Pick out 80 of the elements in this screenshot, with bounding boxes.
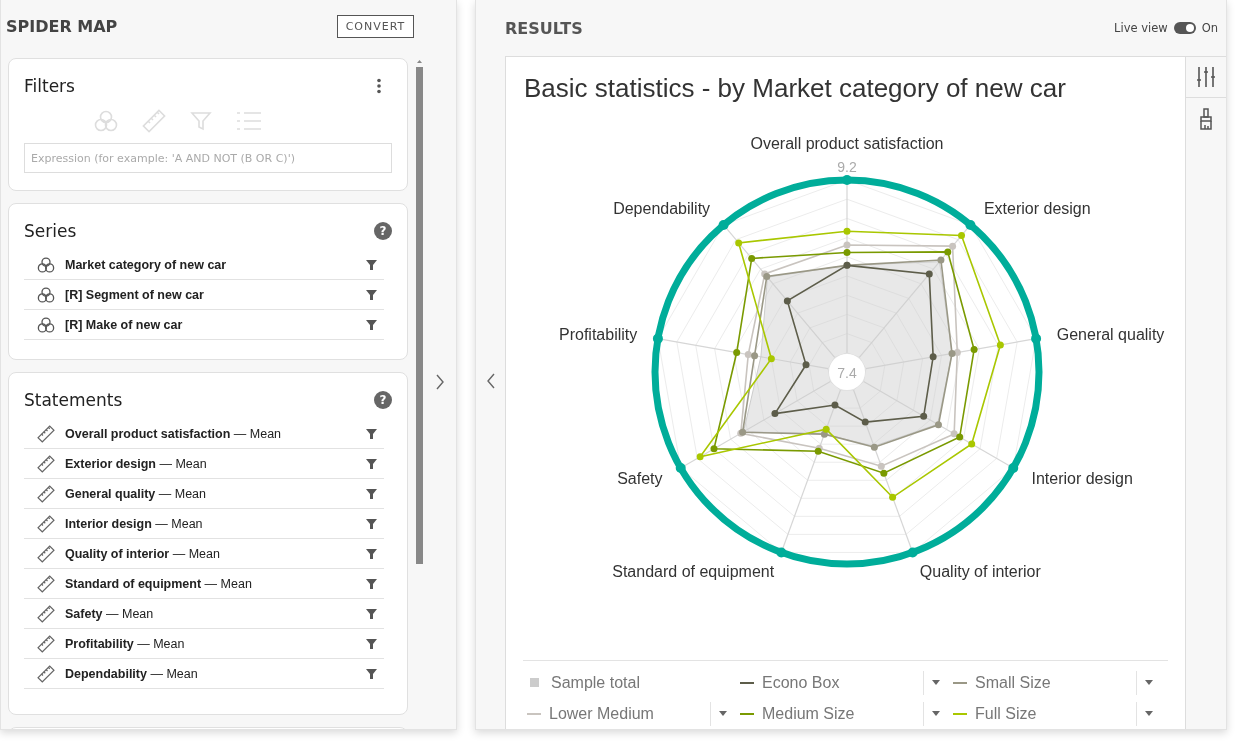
card-title: Series <box>24 221 77 241</box>
caret-icon <box>1144 680 1153 685</box>
settings-button[interactable] <box>1186 57 1226 98</box>
caret-icon <box>931 680 940 685</box>
statement-item[interactable]: Safety — Mean <box>65 606 356 621</box>
ruler-icon <box>37 544 55 563</box>
filter-icon[interactable] <box>366 608 377 619</box>
cluster-icon <box>37 256 55 273</box>
axis-label: Interior design <box>1031 469 1133 487</box>
ruler-icon <box>37 664 55 683</box>
toggle-state: On <box>1201 21 1218 35</box>
more-icon[interactable] <box>376 78 382 94</box>
series-item[interactable]: Market category of new car <box>65 257 356 272</box>
ruler-icon <box>37 604 55 623</box>
statement-item[interactable]: General quality — Mean <box>65 486 356 501</box>
expression-field[interactable]: Expression (for example: 'A AND NOT (B OR C)') <box>24 143 392 173</box>
filter-icon[interactable] <box>366 428 377 439</box>
live-view-label: Live view <box>1114 21 1168 35</box>
ruler-icon <box>37 514 55 533</box>
axis-label: General quality <box>1056 326 1165 343</box>
filter-icon[interactable] <box>366 259 377 270</box>
caret-icon <box>931 711 940 716</box>
filter-icon[interactable] <box>366 458 377 469</box>
filter-icon[interactable] <box>366 548 377 559</box>
convert-button[interactable]: CONVERT <box>337 14 414 38</box>
filter-icon[interactable] <box>366 578 377 589</box>
ruler-icon <box>37 574 55 593</box>
help-icon[interactable]: ? <box>374 222 392 240</box>
cluster-icon <box>37 286 55 303</box>
panel-title: SPIDER MAP <box>6 16 118 36</box>
series-item[interactable]: [R] Make of new car <box>65 317 356 332</box>
legend-label[interactable]: Lower Medium <box>549 704 710 723</box>
live-view-toggle[interactable] <box>1173 22 1196 34</box>
statement-item[interactable]: Exterior design — Mean <box>65 456 356 471</box>
filter-icon[interactable] <box>366 319 377 330</box>
chevron-right-icon[interactable] <box>434 373 445 391</box>
card-title: Statements <box>24 390 123 410</box>
filter-icon[interactable] <box>366 289 377 300</box>
filter-icon[interactable] <box>366 668 377 679</box>
filter-icon[interactable] <box>366 488 377 499</box>
series-item[interactable]: [R] Segment of new car <box>65 287 356 302</box>
statement-item[interactable]: Overall product satisfaction — Mean <box>65 426 356 441</box>
brush-icon <box>1199 107 1213 130</box>
axis-label: Standard of equipment <box>612 563 775 581</box>
ruler-icon <box>37 424 55 443</box>
help-icon[interactable]: ? <box>374 391 392 409</box>
scroll-up-icon[interactable] <box>416 59 423 64</box>
panel-title: RESULTS <box>505 18 583 38</box>
axis-label: Safety <box>617 469 663 487</box>
caret-icon <box>1144 711 1153 716</box>
legend-label[interactable]: Full Size <box>975 704 1136 723</box>
legend-label[interactable]: Medium Size <box>762 704 923 723</box>
ruler-icon <box>37 484 55 503</box>
statement-item[interactable]: Standard of equipment — Mean <box>65 576 356 591</box>
ruler-icon <box>37 454 55 473</box>
legend-label[interactable]: Econo Box <box>762 673 923 692</box>
legend-label[interactable]: Small Size <box>975 673 1136 692</box>
axis-label: Quality of interior <box>919 563 1041 581</box>
cluster-icon <box>37 316 55 333</box>
filter-icon[interactable] <box>366 518 377 529</box>
center-circle <box>829 354 865 390</box>
legend-label[interactable]: Sample total <box>551 673 736 692</box>
statement-item[interactable]: Interior design — Mean <box>65 516 356 531</box>
axis-label: Profitability <box>559 326 638 343</box>
axis-tick: 7.4 <box>837 365 857 381</box>
card-title: Filters <box>24 76 75 96</box>
statement-item[interactable]: Profitability — Mean <box>65 636 356 651</box>
chart-title: Basic statistics - by Market category of new car <box>523 72 1067 105</box>
axis-label: Dependability <box>613 199 711 217</box>
filter-icon[interactable] <box>366 638 377 649</box>
ruler-icon <box>37 634 55 653</box>
chevron-left-icon[interactable] <box>485 372 496 390</box>
statement-item[interactable]: Dependability — Mean <box>65 666 356 681</box>
sliders-icon <box>1196 66 1216 88</box>
scrollbar-thumb[interactable] <box>416 67 423 564</box>
axis-label: Exterior design <box>983 199 1091 217</box>
statement-item[interactable]: Quality of interior — Mean <box>65 546 356 561</box>
caret-icon <box>718 711 727 716</box>
axis-tick: 9.2 <box>837 159 857 175</box>
axis-label: Overall product satisfaction <box>750 135 944 152</box>
